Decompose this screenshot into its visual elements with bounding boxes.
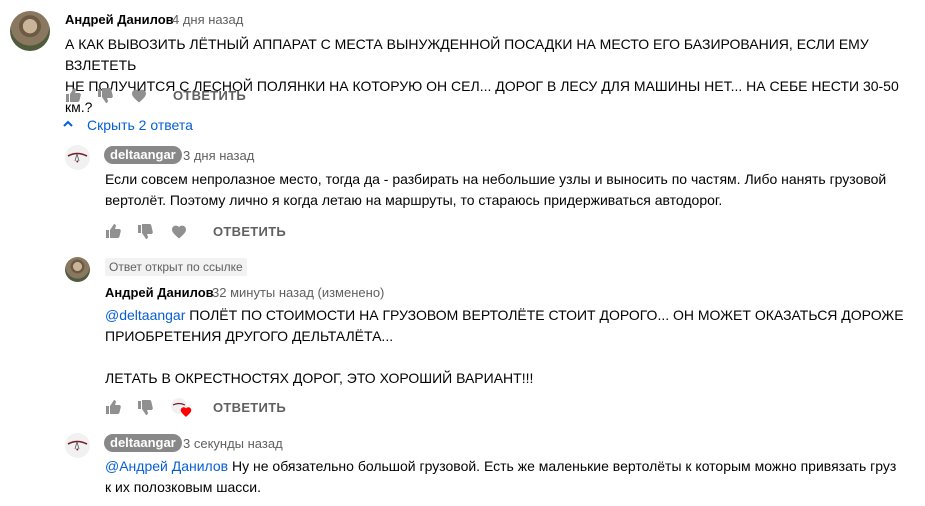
mention-link[interactable]: @deltaangar <box>105 307 185 323</box>
comment-text: А КАК ВЫВОЗИТЬ ЛЁТНЫЙ АППАРАТ С МЕСТА ВЫ… <box>65 34 915 118</box>
dislike-icon[interactable] <box>137 400 153 416</box>
avatar[interactable] <box>65 257 90 282</box>
hide-replies-toggle[interactable]: Скрыть 2 ответа <box>87 117 193 133</box>
reply-text-line: Если совсем непролазное место, тогда да … <box>105 171 887 187</box>
reply-author[interactable]: Андрей Данилов <box>105 285 214 300</box>
heart-icon[interactable] <box>171 224 187 240</box>
dislike-icon[interactable] <box>97 88 113 104</box>
heart-icon[interactable] <box>131 88 147 104</box>
reply-text-line: ПРИОБРЕТЕНИЯ ДРУГОГО ДЕЛЬТАЛЁТА... <box>105 328 394 344</box>
avatar[interactable] <box>65 433 90 458</box>
channel-owner-badge[interactable]: deltaangar <box>104 146 182 164</box>
like-icon[interactable] <box>65 87 81 103</box>
comment-author[interactable]: Андрей Данилов <box>65 12 174 27</box>
dislike-icon[interactable] <box>137 224 153 240</box>
reply-button[interactable]: ОТВЕТИТЬ <box>213 400 286 415</box>
reply-button[interactable]: ОТВЕТИТЬ <box>173 88 246 103</box>
reply-text-line: вертолёт. Поэтому лично я когда летаю на… <box>105 192 723 208</box>
chevron-up-icon[interactable] <box>62 118 74 130</box>
reply-text-line: ПОЛЁТ ПО СТОИМОСТИ НА ГРУЗОВОМ ВЕРТОЛЁТЕ… <box>185 307 904 323</box>
heart-icon <box>180 407 192 417</box>
reply-text: @deltaangar ПОЛЁТ ПО СТОИМОСТИ НА ГРУЗОВ… <box>105 305 915 389</box>
like-icon[interactable] <box>105 399 121 415</box>
reply-text-line: ЛЕТАТЬ В ОКРЕСТНОСТЯХ ДОРОГ, ЭТО ХОРОШИЙ… <box>105 370 534 386</box>
reply-timestamp[interactable]: 3 дня назад <box>183 148 254 163</box>
hang-glider-icon <box>67 440 88 451</box>
comment-text-line: А КАК ВЫВОЗИТЬ ЛЁТНЫЙ АППАРАТ С МЕСТА ВЫ… <box>65 36 869 73</box>
avatar[interactable] <box>10 11 50 51</box>
hang-glider-icon <box>67 152 88 163</box>
reply-text: Если совсем непролазное место, тогда да … <box>105 169 915 211</box>
reply-timestamp[interactable]: 32 минуты назад (изменено) <box>212 285 384 300</box>
reply-text-line: к их полозковым шасси. <box>105 479 261 495</box>
reply-text: @Андрей Данилов Ну не обязательно большо… <box>105 456 915 498</box>
channel-owner-badge[interactable]: deltaangar <box>104 434 182 452</box>
mention-link[interactable]: @Андрей Данилов <box>105 458 228 474</box>
comment-timestamp[interactable]: 4 дня назад <box>172 12 243 27</box>
reply-timestamp[interactable]: 3 секунды назад <box>183 436 283 451</box>
reply-button[interactable]: ОТВЕТИТЬ <box>213 224 286 239</box>
linked-reply-label: Ответ открыт по ссылке <box>105 258 247 276</box>
like-icon[interactable] <box>105 223 121 239</box>
reply-text-line: Ну не обязательно большой грузовой. Есть… <box>228 458 897 474</box>
avatar[interactable] <box>65 145 90 170</box>
